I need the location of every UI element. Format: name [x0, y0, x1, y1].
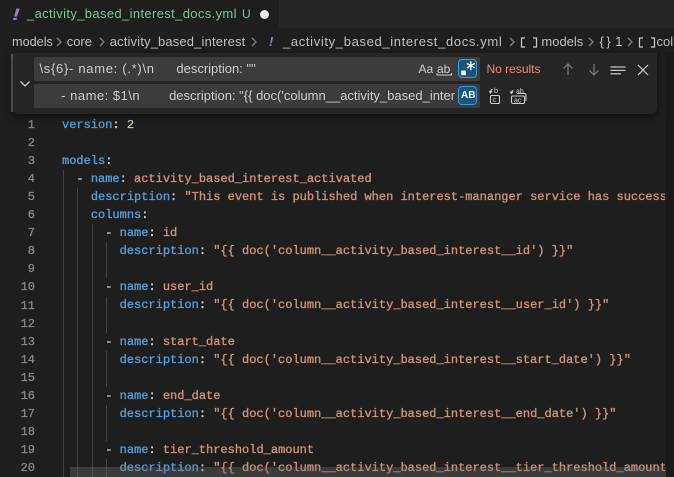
svg-text:ab: ab [516, 89, 524, 96]
svg-text:ac: ac [514, 97, 522, 104]
svg-text:b: b [494, 88, 498, 95]
svg-text:c: c [492, 97, 496, 104]
